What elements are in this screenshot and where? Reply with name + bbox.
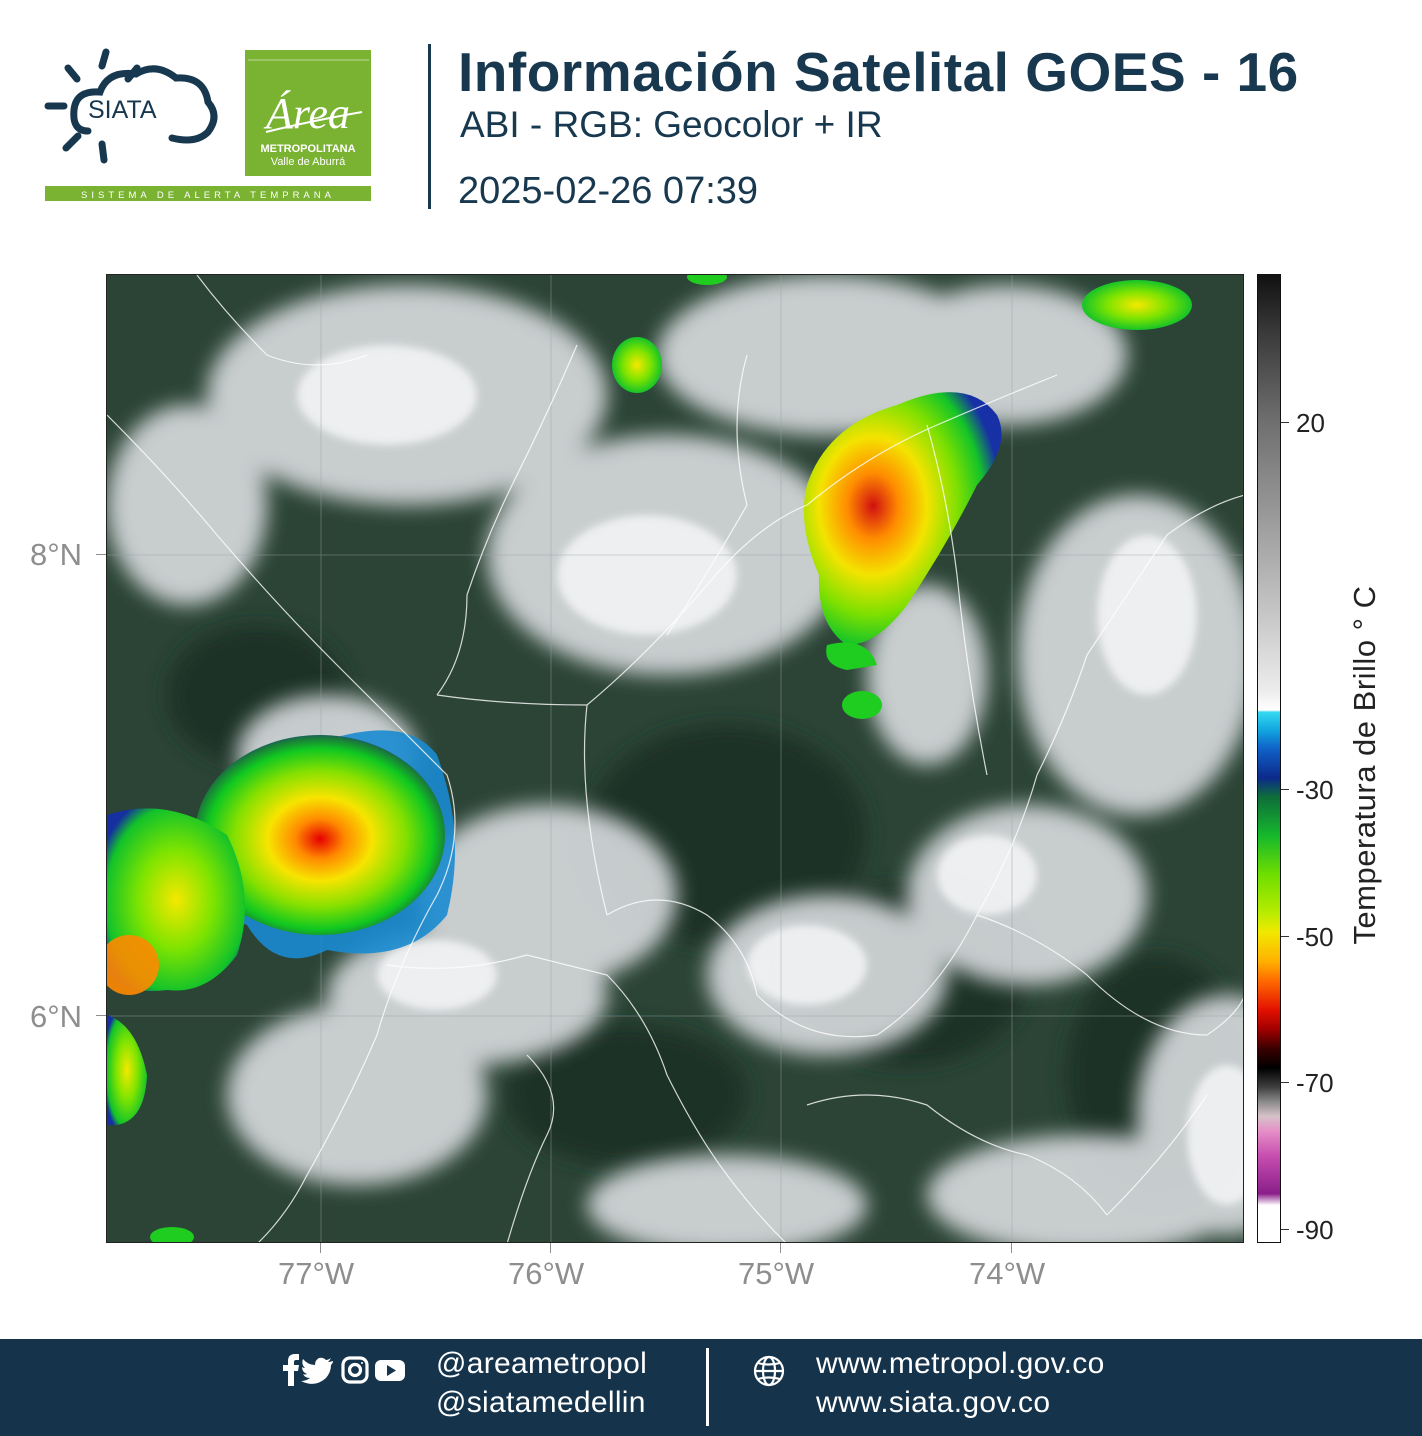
colorbar-tick-neg90 (1281, 1229, 1289, 1230)
lon-label-74w: 74°W (969, 1256, 1046, 1291)
siata-area-logo: SIATA Área METROPOLITANA Valle de Aburrá… (44, 48, 371, 201)
area-metropolitana-logo: Área METROPOLITANA Valle de Aburrá (245, 50, 371, 176)
footer-link-siata[interactable]: www.siata.gov.co (816, 1386, 1050, 1420)
footer-link-metropol[interactable]: www.metropol.gov.co (816, 1347, 1105, 1381)
globe-icon (753, 1355, 785, 1387)
twitter-icon[interactable] (301, 1357, 333, 1384)
colorbar-tick-neg50 (1281, 936, 1289, 937)
colorbar-title: Temperatura de Brillo ° C (1347, 585, 1382, 945)
colorbar-label-20: 20 (1296, 408, 1325, 438)
header-divider (428, 44, 431, 209)
colorbar-tick-neg30 (1281, 789, 1289, 790)
page-title: Información Satelital GOES - 16 (458, 41, 1299, 103)
colorbar-tick-20 (1281, 422, 1289, 423)
footer-handle-siatamedellin[interactable]: @siatamedellin (436, 1386, 646, 1420)
lon-tick-74w (1011, 1243, 1012, 1253)
colorbar-label-neg30: -30 (1296, 775, 1334, 805)
satellite-map (106, 274, 1244, 1243)
colorbar-label-neg50: -50 (1296, 922, 1334, 952)
svg-text:SISTEMA DE ALERTA TEMPRANA: SISTEMA DE ALERTA TEMPRANA (81, 190, 335, 201)
footer-handle-areametropol[interactable]: @areametropol (436, 1347, 647, 1381)
colorbar-label-neg70: -70 (1296, 1068, 1334, 1098)
lon-tick-75w (780, 1243, 781, 1253)
storm-cell-coast (107, 808, 245, 995)
image-timestamp: 2025-02-26 07:39 (458, 170, 759, 212)
svg-text:METROPOLITANA: METROPOLITANA (260, 143, 355, 155)
colorbar-label-neg90: -90 (1296, 1215, 1334, 1245)
lat-tick-8n (96, 554, 106, 555)
temperature-colorbar (1257, 274, 1281, 1243)
footer-bar (0, 1339, 1422, 1436)
lon-tick-76w (550, 1243, 551, 1253)
product-subtitle: ABI - RGB: Geocolor + IR (460, 104, 883, 145)
footer-divider (706, 1348, 709, 1426)
colorbar-tick-neg70 (1281, 1082, 1289, 1083)
lat-label-8n: 8°N (30, 537, 83, 572)
lat-tick-6n (96, 1015, 106, 1016)
lon-label-75w: 75°W (738, 1256, 815, 1291)
social-icons (283, 1354, 405, 1386)
lon-tick-77w (320, 1243, 321, 1253)
youtube-icon[interactable] (375, 1360, 405, 1381)
lon-label-77w: 77°W (278, 1256, 355, 1291)
lon-label-76w: 76°W (508, 1256, 585, 1291)
svg-text:SIATA: SIATA (88, 96, 157, 124)
instagram-icon[interactable] (341, 1356, 369, 1384)
svg-text:Área: Área (263, 89, 350, 138)
facebook-icon[interactable] (283, 1354, 299, 1386)
lat-label-6n: 6°N (30, 999, 83, 1034)
svg-text:Valle de Aburrá: Valle de Aburrá (271, 156, 346, 168)
